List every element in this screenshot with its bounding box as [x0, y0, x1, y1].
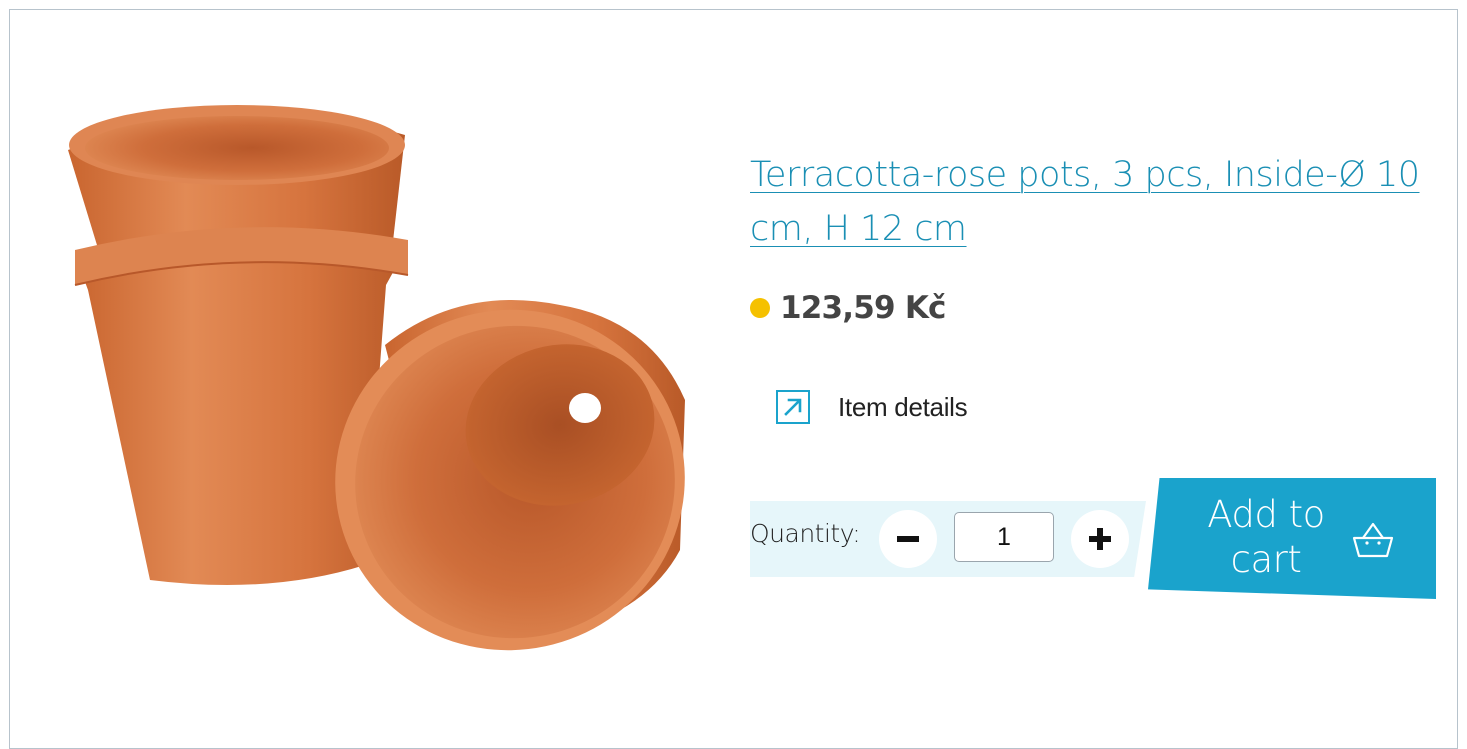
plus-icon: [1089, 528, 1111, 550]
price-row: 123,59 Kč: [750, 290, 946, 326]
basket-icon[interactable]: [1350, 518, 1396, 562]
product-title-link[interactable]: Terracotta-rose pots, 3 pcs, Inside-Ø 10…: [750, 148, 1440, 256]
quantity-label: Quantity:: [750, 519, 861, 548]
item-details-label: Item details: [838, 391, 968, 422]
increment-quantity-button[interactable]: [1071, 510, 1129, 568]
product-image[interactable]: [40, 80, 720, 670]
item-details-link[interactable]: Item details: [776, 390, 968, 424]
add-to-cart-label[interactable]: Add to cart: [1196, 492, 1336, 582]
availability-dot: [750, 298, 770, 318]
minus-icon: [897, 528, 919, 550]
product-price: 123,59 Kč: [780, 290, 946, 326]
quantity-input[interactable]: [954, 512, 1054, 562]
decrement-quantity-button[interactable]: [879, 510, 937, 568]
external-link-arrow-icon: [776, 390, 810, 424]
